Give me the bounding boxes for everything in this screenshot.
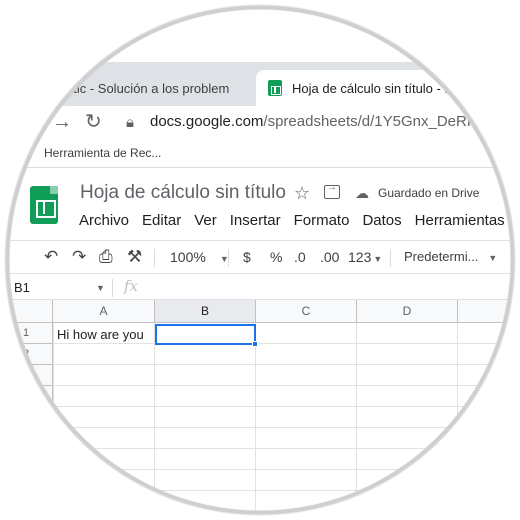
cloud-saved-icon[interactable]: ☁ bbox=[355, 185, 369, 202]
fx-icon: fx bbox=[124, 277, 139, 295]
star-icon[interactable]: ☆ bbox=[294, 183, 310, 204]
column-header-next[interactable] bbox=[458, 300, 520, 323]
save-status[interactable]: Guardado en Drive bbox=[378, 186, 479, 200]
menu-herramientas[interactable]: Herramientas bbox=[415, 212, 505, 229]
toolbar-divider bbox=[228, 249, 229, 267]
menu-datos[interactable]: Datos bbox=[362, 212, 401, 229]
formula-bar-divider bbox=[112, 279, 113, 297]
row-header-5[interactable] bbox=[0, 407, 53, 428]
browser-tab-strip: etic - Solución a los problem ✕ Hoja de … bbox=[0, 62, 520, 157]
cell-area[interactable] bbox=[53, 323, 520, 520]
browser-tab-inactive[interactable]: etic - Solución a los problem bbox=[0, 70, 256, 106]
row-header-6[interactable] bbox=[0, 428, 53, 449]
menu-bar: Archivo Editar Ver Insertar Formato Dato… bbox=[79, 212, 518, 229]
column-header-c[interactable]: C bbox=[256, 300, 357, 323]
decrease-decimals-button[interactable]: .0 bbox=[294, 248, 306, 266]
column-header-b[interactable]: B bbox=[155, 300, 256, 323]
tab-title: Hoja de cálculo sin título - Ho bbox=[292, 80, 462, 96]
url-field[interactable]: docs.google.com/spreadsheets/d/1Y5Gnx_De… bbox=[150, 113, 511, 130]
menu-archivo[interactable]: Archivo bbox=[79, 212, 129, 229]
toolbar-divider bbox=[154, 249, 155, 267]
move-to-folder-icon[interactable] bbox=[324, 182, 340, 199]
address-bar: → ↻ 🔒︎ docs.google.com/spreadsheets/d/1Y… bbox=[0, 106, 520, 138]
chevron-down-icon[interactable]: ▼ bbox=[96, 283, 105, 293]
select-all-corner[interactable] bbox=[0, 300, 53, 323]
font-value: Predetermi... bbox=[404, 249, 479, 264]
row-header-9[interactable] bbox=[0, 491, 53, 520]
bookmark-label: Herramienta de Rec... bbox=[44, 146, 162, 160]
zoom-select[interactable]: 100% ▼ bbox=[170, 248, 229, 268]
font-select[interactable]: Predetermi... ▼ bbox=[404, 248, 497, 267]
more-formats-label: 123 bbox=[348, 249, 372, 265]
redo-icon[interactable]: ↷ bbox=[72, 248, 86, 266]
zoom-value: 100% bbox=[170, 249, 206, 265]
formula-bar: B1 ▼ fx bbox=[0, 276, 520, 300]
toolbar-divider bbox=[390, 249, 391, 267]
fill-handle[interactable] bbox=[252, 341, 258, 347]
print-icon[interactable]: ⎙ bbox=[99, 248, 113, 266]
column-header-d[interactable]: D bbox=[357, 300, 458, 323]
currency-format-button[interactable]: $ bbox=[243, 248, 251, 266]
menu-insertar[interactable]: Insertar bbox=[230, 212, 281, 229]
menu-editar[interactable]: Editar bbox=[142, 212, 181, 229]
cell-a1[interactable]: Hi how are you bbox=[57, 327, 144, 342]
selected-cell-b1[interactable] bbox=[155, 324, 256, 345]
tab-title: etic - Solución a los problem bbox=[66, 80, 230, 96]
url-host: docs.google.com bbox=[150, 113, 264, 130]
chevron-down-icon: ▼ bbox=[488, 253, 498, 263]
row-header-2[interactable]: 2 bbox=[0, 344, 53, 365]
bookmark-item[interactable]: Herramienta de Rec... bbox=[22, 146, 161, 160]
row-header-1[interactable]: 1 bbox=[0, 323, 53, 344]
toolbar: ↶ ↷ ⎙ ⚒ 100% ▼ $ % .0 .00 123 ▼ Predetermi… bbox=[0, 240, 520, 274]
name-box[interactable]: B1 bbox=[14, 280, 30, 295]
reload-icon[interactable]: ↻ bbox=[85, 112, 102, 132]
row-header-8[interactable] bbox=[0, 470, 53, 491]
bookmarks-bar: Herramienta de Rec... bbox=[0, 140, 520, 168]
document-title[interactable]: Hoja de cálculo sin título bbox=[80, 182, 286, 204]
lock-icon[interactable]: 🔒︎ bbox=[126, 113, 134, 133]
row-header-4[interactable] bbox=[0, 386, 53, 407]
more-formats-select[interactable]: 123 ▼ bbox=[348, 248, 382, 268]
browser-tab-active[interactable]: Hoja de cálculo sin título - Ho bbox=[256, 70, 520, 106]
paint-format-icon[interactable]: ⚒ bbox=[127, 248, 142, 266]
sheets-logo-icon[interactable] bbox=[30, 186, 58, 224]
forward-arrow-icon[interactable]: → bbox=[52, 112, 72, 132]
chevron-down-icon: ▼ bbox=[373, 254, 383, 264]
undo-icon[interactable]: ↶ bbox=[44, 248, 58, 266]
increase-decimals-button[interactable]: .00 bbox=[320, 248, 339, 266]
bookmark-favicon-icon bbox=[22, 148, 32, 158]
percent-format-button[interactable]: % bbox=[270, 248, 282, 266]
url-path: /spreadsheets/d/1Y5Gnx_DeRRJvEL bbox=[263, 113, 512, 130]
row-header-7[interactable] bbox=[0, 449, 53, 470]
column-header-a[interactable]: A bbox=[53, 300, 155, 323]
sheets-favicon-icon bbox=[268, 80, 282, 96]
menu-ver[interactable]: Ver bbox=[194, 212, 217, 229]
screenshot-stage: etic - Solución a los problem ✕ Hoja de … bbox=[0, 0, 520, 520]
row-header-3[interactable] bbox=[0, 365, 53, 386]
menu-formato[interactable]: Formato bbox=[294, 212, 350, 229]
